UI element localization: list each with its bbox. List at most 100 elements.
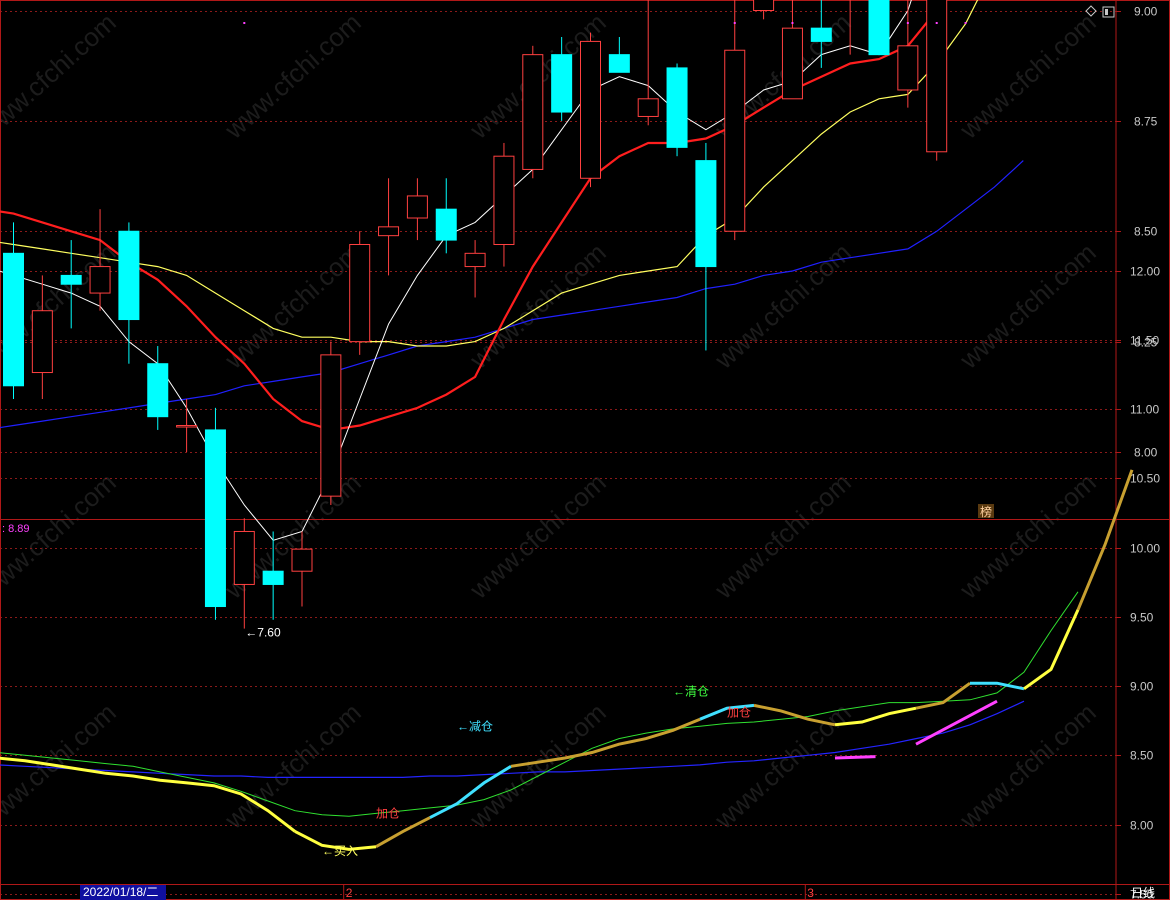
candle-body-down [868,0,890,56]
candlestick[interactable] [608,36,630,73]
candlestick[interactable] [926,0,948,161]
indicator-tick-label: 9.00 [1130,680,1154,694]
watermark-text: www.cfchi.com [708,467,857,605]
candlestick[interactable] [580,32,601,188]
candle-body-up [897,45,919,91]
rank-badge[interactable]: 榜 [980,504,992,519]
price-tick-label: 9.00 [1134,5,1158,19]
candle-body-up [31,310,53,374]
candlestick[interactable] [435,178,457,254]
watermark-text: www.cfchi.com [953,467,1102,605]
candle-body-up [320,354,342,497]
signal-annotation: ←买入 [322,844,358,858]
candlestick[interactable] [897,0,919,108]
candlestick[interactable] [522,45,544,179]
signal-annotation: 加仓 [376,807,400,821]
window-icon[interactable] [1102,6,1115,18]
candlestick[interactable] [695,142,717,351]
candle-body-up [493,155,515,245]
candle-body-down [551,54,573,113]
watermark-text: www.cfchi.com [463,697,612,835]
indicator-tick-label: 11.50 [1130,334,1159,348]
top-marker-dot [906,22,909,24]
candlestick[interactable] [493,142,515,267]
candlestick[interactable] [3,222,24,400]
candle-body-up [637,98,659,117]
candlestick[interactable] [60,240,82,329]
candlestick[interactable] [320,341,342,505]
candle-body-up [176,425,198,428]
indicator-tick-label: 10.50 [1130,472,1160,486]
indicator-tick-label: 8.50 [1130,749,1154,763]
indicator-tick-label: 11.00 [1130,403,1159,417]
watermark-text: www.cfchi.com [953,697,1102,835]
indicator-main-line-segment [1023,609,1080,691]
candle-body-up [233,530,255,585]
candle-body-down [810,27,832,42]
watermark-text: www.cfchi.com [218,697,367,835]
candle-body-up [349,243,371,343]
stock-chart[interactable]: www.cfchi.com www.cfchi.com www.cfchi.com w… [0,0,1170,900]
candle-body-down [666,67,688,148]
watermark-text: www.cfchi.com [218,237,367,375]
month-label: 3 [807,886,814,900]
indicator-readout: : 8.89 [2,523,30,535]
indicator-main-line-segment [375,816,431,849]
candle-body-up [522,54,544,170]
candle-body-down [695,160,717,268]
candle-body-up [291,548,313,572]
candle-body-down [60,274,82,285]
watermark-text: www.cfchi.com [953,7,1102,145]
min-price-label: ←7.60 [245,626,281,640]
price-tick-label: 8.75 [1134,115,1158,129]
watermark-text: www.cfchi.com [708,237,857,375]
candlestick[interactable] [406,178,428,241]
candle-body-down [147,363,169,418]
signal-annotation: 加仓 [727,705,751,719]
candlestick[interactable] [781,0,803,100]
candlestick[interactable] [666,63,688,157]
signal-annotation: ←减仓 [457,719,493,733]
indicator-magenta-segment [834,755,876,760]
candle-body-up [580,40,601,179]
date-axis: 2022/01/18/二 日线 2 3 [80,885,1155,900]
indicator-tick-label: 9.50 [1130,611,1154,625]
top-marker-dot [935,22,938,24]
candle-body-down [204,429,226,608]
watermark-text: www.cfchi.com [0,7,122,145]
candle-body-up [781,27,803,100]
candle-body-down [3,252,24,387]
candle-body-down [435,208,457,241]
candlestick[interactable] [233,518,255,629]
watermark-text: www.cfchi.com [0,467,122,605]
candle-body-up [89,266,111,294]
watermark-text: www.cfchi.com [463,467,612,605]
top-marker-dot [964,22,967,24]
candle-body-down [118,230,140,321]
candlestick[interactable] [464,240,486,298]
indicator-magenta-segment [915,699,998,746]
period-label[interactable]: 日线 [1131,886,1155,900]
date-label: 2022/01/18/二 [83,885,158,899]
candlestick[interactable] [378,178,400,276]
candle-body-up [753,0,775,11]
candlestick[interactable] [637,0,659,126]
price-tick-label: 8.00 [1134,446,1158,460]
candlestick[interactable] [724,0,746,241]
candlestick[interactable] [176,399,198,452]
candle-body-up [406,195,428,219]
candlestick[interactable] [868,0,890,56]
candlestick[interactable] [753,0,775,20]
indicator-y-axis: 7.508.008.509.009.5010.0010.5011.0011.50… [1116,265,1160,900]
price-y-axis: 8.008.258.508.759.009.259.509.7510.0010.… [1116,5,1158,460]
candle-body-down [608,54,630,73]
candlestick[interactable] [204,407,226,620]
month-label: 2 [346,886,353,900]
candlestick[interactable] [349,231,371,355]
top-marker-dot [733,22,736,24]
candle-body-down [262,570,284,585]
watermark-text: www.cfchi.com [218,7,367,145]
candle-body-up [464,252,486,268]
top-marker-dot [243,22,246,24]
watermark-text: www.cfchi.com [953,237,1102,375]
